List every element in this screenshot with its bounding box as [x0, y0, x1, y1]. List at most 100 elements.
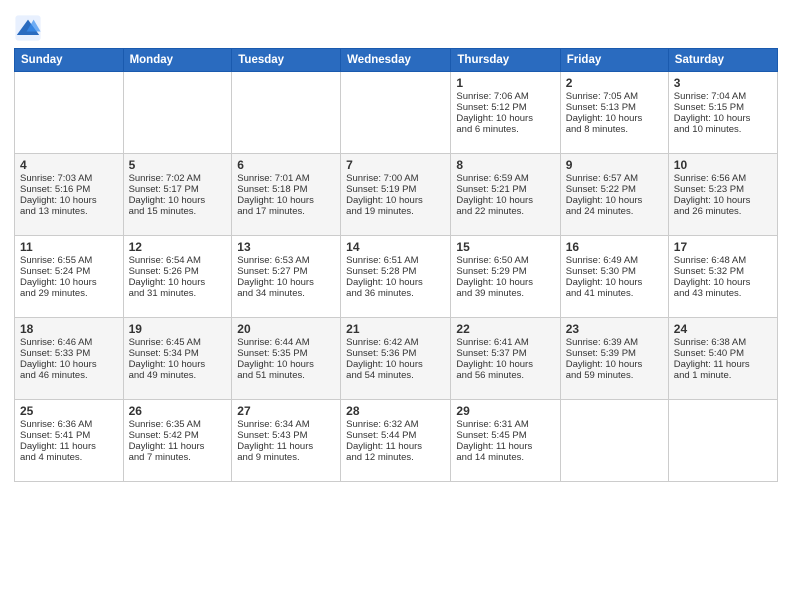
calendar-cell: 24Sunrise: 6:38 AMSunset: 5:40 PMDayligh…	[668, 318, 777, 400]
day-info-line: Sunset: 5:28 PM	[346, 266, 445, 277]
day-info-line: Sunset: 5:33 PM	[20, 348, 118, 359]
day-number: 22	[456, 322, 554, 336]
day-info-line: Sunrise: 6:59 AM	[456, 173, 554, 184]
day-info-line: Daylight: 10 hours	[674, 277, 772, 288]
day-info-line: Sunrise: 6:45 AM	[129, 337, 227, 348]
day-info-line: Daylight: 11 hours	[20, 441, 118, 452]
day-info-line: Sunset: 5:19 PM	[346, 184, 445, 195]
day-header-wednesday: Wednesday	[341, 49, 451, 72]
day-info-line: and 31 minutes.	[129, 288, 227, 299]
day-info-line: Daylight: 10 hours	[346, 277, 445, 288]
calendar-cell: 27Sunrise: 6:34 AMSunset: 5:43 PMDayligh…	[232, 400, 341, 482]
day-info-line: Sunset: 5:18 PM	[237, 184, 335, 195]
day-info-line: and 17 minutes.	[237, 206, 335, 217]
day-info-line: and 49 minutes.	[129, 370, 227, 381]
calendar-cell: 23Sunrise: 6:39 AMSunset: 5:39 PMDayligh…	[560, 318, 668, 400]
day-number: 17	[674, 240, 772, 254]
day-info-line: and 29 minutes.	[20, 288, 118, 299]
day-info-line: and 59 minutes.	[566, 370, 663, 381]
day-number: 15	[456, 240, 554, 254]
day-number: 26	[129, 404, 227, 418]
day-number: 1	[456, 76, 554, 90]
day-info-line: Sunrise: 6:57 AM	[566, 173, 663, 184]
calendar-cell: 13Sunrise: 6:53 AMSunset: 5:27 PMDayligh…	[232, 236, 341, 318]
day-info-line: Daylight: 10 hours	[129, 277, 227, 288]
day-number: 14	[346, 240, 445, 254]
logo-icon	[14, 14, 42, 42]
day-number: 9	[566, 158, 663, 172]
day-info-line: Daylight: 10 hours	[20, 277, 118, 288]
calendar-cell: 2Sunrise: 7:05 AMSunset: 5:13 PMDaylight…	[560, 72, 668, 154]
day-info-line: Sunset: 5:23 PM	[674, 184, 772, 195]
day-info-line: Sunrise: 6:34 AM	[237, 419, 335, 430]
day-info-line: Daylight: 10 hours	[346, 359, 445, 370]
day-info-line: Sunset: 5:13 PM	[566, 102, 663, 113]
day-info-line: Sunset: 5:42 PM	[129, 430, 227, 441]
day-info-line: and 26 minutes.	[674, 206, 772, 217]
day-info-line: Sunset: 5:43 PM	[237, 430, 335, 441]
day-info-line: Daylight: 11 hours	[346, 441, 445, 452]
day-number: 10	[674, 158, 772, 172]
day-number: 24	[674, 322, 772, 336]
day-info-line: Daylight: 10 hours	[129, 195, 227, 206]
day-info-line: Daylight: 11 hours	[237, 441, 335, 452]
day-number: 21	[346, 322, 445, 336]
calendar-cell: 15Sunrise: 6:50 AMSunset: 5:29 PMDayligh…	[451, 236, 560, 318]
calendar-cell: 7Sunrise: 7:00 AMSunset: 5:19 PMDaylight…	[341, 154, 451, 236]
day-info-line: Sunset: 5:37 PM	[456, 348, 554, 359]
day-info-line: Sunrise: 6:54 AM	[129, 255, 227, 266]
calendar-cell	[123, 72, 232, 154]
calendar-cell: 1Sunrise: 7:06 AMSunset: 5:12 PMDaylight…	[451, 72, 560, 154]
calendar-cell	[341, 72, 451, 154]
day-info-line: Sunrise: 7:05 AM	[566, 91, 663, 102]
day-number: 3	[674, 76, 772, 90]
day-number: 16	[566, 240, 663, 254]
calendar-cell: 29Sunrise: 6:31 AMSunset: 5:45 PMDayligh…	[451, 400, 560, 482]
calendar-header-row: SundayMondayTuesdayWednesdayThursdayFrid…	[15, 49, 778, 72]
day-info-line: and 22 minutes.	[456, 206, 554, 217]
day-info-line: Daylight: 10 hours	[566, 195, 663, 206]
day-info-line: and 24 minutes.	[566, 206, 663, 217]
day-info-line: Sunrise: 6:31 AM	[456, 419, 554, 430]
day-info-line: Sunset: 5:35 PM	[237, 348, 335, 359]
day-info-line: Sunrise: 6:38 AM	[674, 337, 772, 348]
day-info-line: Daylight: 11 hours	[674, 359, 772, 370]
day-info-line: and 56 minutes.	[456, 370, 554, 381]
day-info-line: and 8 minutes.	[566, 124, 663, 135]
page: SundayMondayTuesdayWednesdayThursdayFrid…	[0, 0, 792, 612]
day-info-line: Sunrise: 6:39 AM	[566, 337, 663, 348]
calendar-cell: 22Sunrise: 6:41 AMSunset: 5:37 PMDayligh…	[451, 318, 560, 400]
calendar-table: SundayMondayTuesdayWednesdayThursdayFrid…	[14, 48, 778, 482]
day-number: 23	[566, 322, 663, 336]
calendar-cell: 20Sunrise: 6:44 AMSunset: 5:35 PMDayligh…	[232, 318, 341, 400]
day-number: 29	[456, 404, 554, 418]
logo	[14, 14, 44, 42]
calendar-cell: 6Sunrise: 7:01 AMSunset: 5:18 PMDaylight…	[232, 154, 341, 236]
day-info-line: Daylight: 10 hours	[566, 277, 663, 288]
day-header-friday: Friday	[560, 49, 668, 72]
day-info-line: Sunset: 5:30 PM	[566, 266, 663, 277]
day-info-line: Sunset: 5:34 PM	[129, 348, 227, 359]
day-info-line: Daylight: 10 hours	[566, 359, 663, 370]
calendar-cell: 5Sunrise: 7:02 AMSunset: 5:17 PMDaylight…	[123, 154, 232, 236]
day-info-line: and 14 minutes.	[456, 452, 554, 463]
day-info-line: Daylight: 10 hours	[456, 195, 554, 206]
calendar-week-4: 18Sunrise: 6:46 AMSunset: 5:33 PMDayligh…	[15, 318, 778, 400]
day-info-line: Sunset: 5:15 PM	[674, 102, 772, 113]
day-number: 20	[237, 322, 335, 336]
day-info-line: Sunset: 5:40 PM	[674, 348, 772, 359]
day-info-line: and 46 minutes.	[20, 370, 118, 381]
header	[14, 10, 778, 42]
day-info-line: Sunrise: 6:44 AM	[237, 337, 335, 348]
day-info-line: and 4 minutes.	[20, 452, 118, 463]
day-info-line: Daylight: 10 hours	[456, 277, 554, 288]
day-info-line: Daylight: 10 hours	[346, 195, 445, 206]
day-info-line: Sunrise: 6:55 AM	[20, 255, 118, 266]
day-info-line: Sunrise: 6:50 AM	[456, 255, 554, 266]
calendar-cell: 9Sunrise: 6:57 AMSunset: 5:22 PMDaylight…	[560, 154, 668, 236]
day-header-tuesday: Tuesday	[232, 49, 341, 72]
day-info-line: Sunset: 5:26 PM	[129, 266, 227, 277]
calendar-week-5: 25Sunrise: 6:36 AMSunset: 5:41 PMDayligh…	[15, 400, 778, 482]
day-info-line: Sunset: 5:16 PM	[20, 184, 118, 195]
day-info-line: Sunset: 5:32 PM	[674, 266, 772, 277]
